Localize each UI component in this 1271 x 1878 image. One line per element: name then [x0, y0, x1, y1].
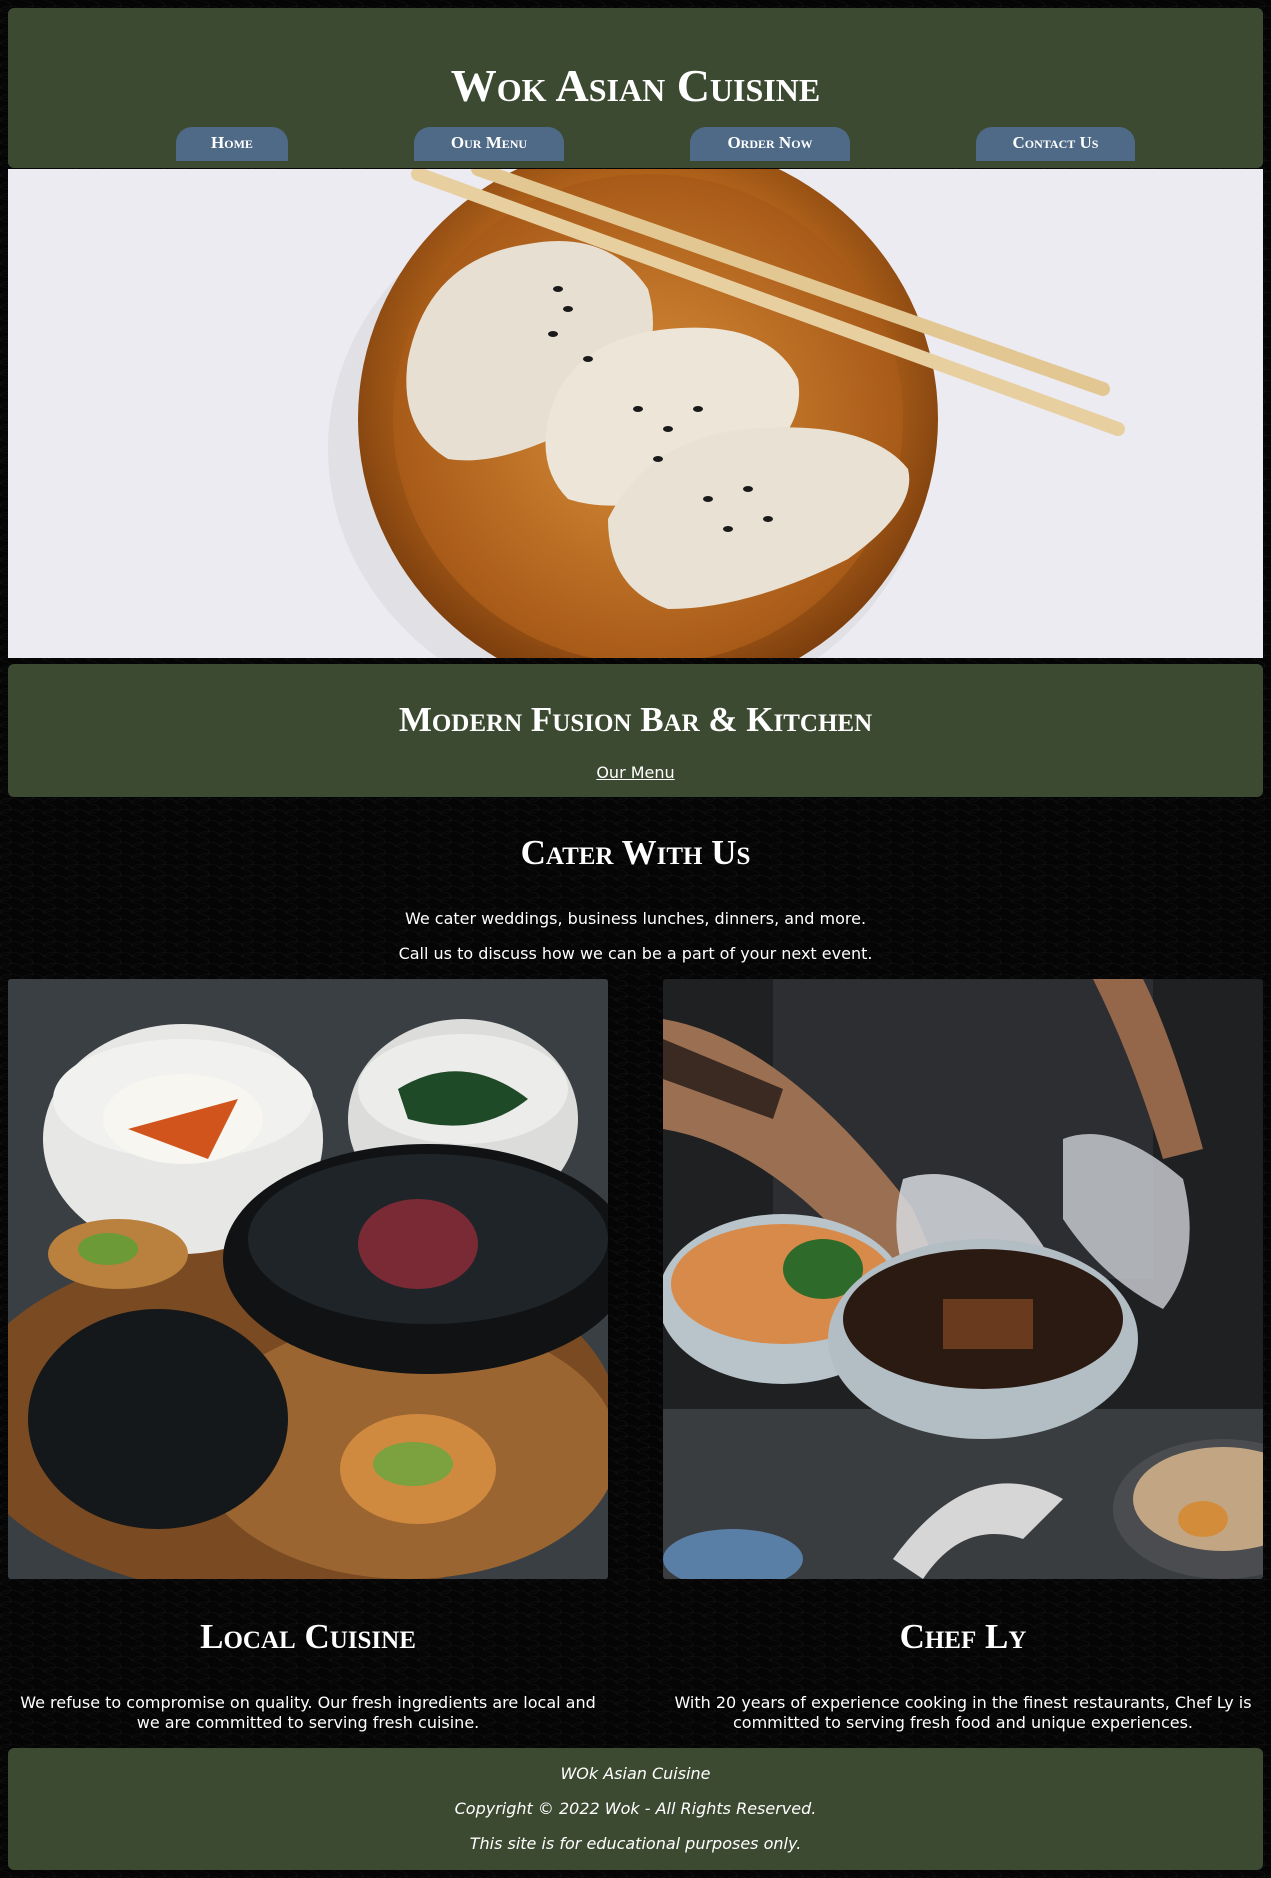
chef-ly-title: Chef Ly — [899, 1617, 1027, 1656]
nav-contact-us[interactable]: Contact Us — [976, 127, 1135, 161]
footer-notice: This site is for educational purposes on… — [469, 1834, 802, 1853]
dumplings-illustration — [8, 169, 1263, 658]
local-cuisine-image — [8, 979, 608, 1579]
nav-our-menu[interactable]: Our Menu — [414, 127, 564, 161]
rice-bowls-illustration — [8, 979, 608, 1579]
cater-description: We cater weddings, business lunches, din… — [404, 909, 867, 928]
tagline-title: Modern Fusion Bar & Kitchen — [398, 700, 873, 739]
cater-title: Cater With Us — [520, 833, 751, 872]
footer-site-name: WOk Asian Cuisine — [560, 1764, 711, 1783]
our-menu-link[interactable]: Our Menu — [596, 763, 674, 782]
cater-call-to-action: Call us to discuss how we can be a part … — [398, 944, 873, 963]
site-title: Wok Asian Cuisine — [450, 60, 821, 111]
chef-ly-text: With 20 years of experience cooking in t… — [674, 1693, 1252, 1732]
local-cuisine-title: Local Cuisine — [200, 1617, 416, 1656]
site-footer: WOk Asian Cuisine Copyright © 2022 Wok -… — [8, 1748, 1263, 1870]
chef-ly-image — [663, 979, 1263, 1579]
menu-link-wrapper: Our Menu — [0, 763, 1271, 782]
local-cuisine-text: We refuse to compromise on quality. Our … — [20, 1693, 596, 1732]
nav-order-now[interactable]: Order Now — [690, 127, 850, 161]
footer-copyright: Copyright © 2022 Wok - All Rights Reserv… — [454, 1799, 817, 1818]
nav-home[interactable]: Home — [176, 127, 288, 161]
chef-ramen-illustration — [663, 979, 1263, 1579]
hero-image — [8, 169, 1263, 658]
